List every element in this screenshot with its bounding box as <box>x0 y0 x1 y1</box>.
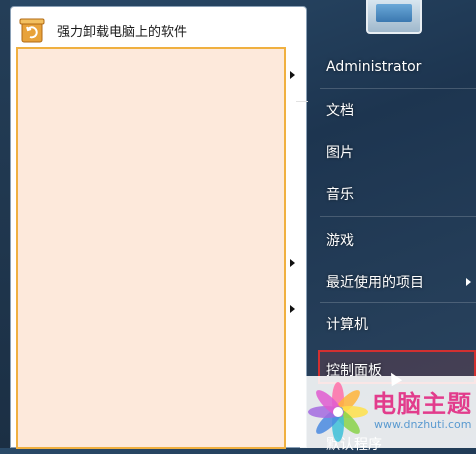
watermark-url: www.dnzhuti.com <box>374 418 472 431</box>
watermark-title: 电脑主题 <box>372 390 472 418</box>
menu-item-music[interactable]: 音乐 <box>326 184 354 204</box>
divider <box>320 302 476 303</box>
user-picture[interactable] <box>366 0 422 34</box>
divider <box>320 88 476 89</box>
uninstaller-icon <box>17 15 47 45</box>
menu-item-pictures[interactable]: 图片 <box>326 142 354 162</box>
menu-item-documents[interactable]: 文档 <box>326 100 354 120</box>
submenu-arrow-icon[interactable] <box>290 259 295 267</box>
start-menu-left-pane: 强力卸载电脑上的软件 <box>10 6 308 449</box>
pinned-program-label: 强力卸载电脑上的软件 <box>57 24 188 40</box>
user-name-link[interactable]: Administrator <box>326 59 421 75</box>
divider <box>320 216 476 217</box>
submenu-arrow-icon[interactable] <box>466 278 471 286</box>
flower-logo-icon <box>308 382 368 442</box>
divider <box>296 101 308 102</box>
menu-item-games[interactable]: 游戏 <box>326 230 354 250</box>
menu-item-computer[interactable]: 计算机 <box>326 314 368 334</box>
pinned-program-item[interactable]: 强力卸载电脑上的软件 <box>17 15 297 45</box>
desktop-edge <box>0 0 10 448</box>
site-watermark: 电脑主题 www.dnzhuti.com <box>300 376 476 448</box>
submenu-arrow-icon[interactable] <box>290 71 295 79</box>
highlighted-program-area <box>16 47 286 449</box>
menu-item-recent-items[interactable]: 最近使用的项目 <box>326 272 424 292</box>
submenu-arrow-icon[interactable] <box>290 305 295 313</box>
